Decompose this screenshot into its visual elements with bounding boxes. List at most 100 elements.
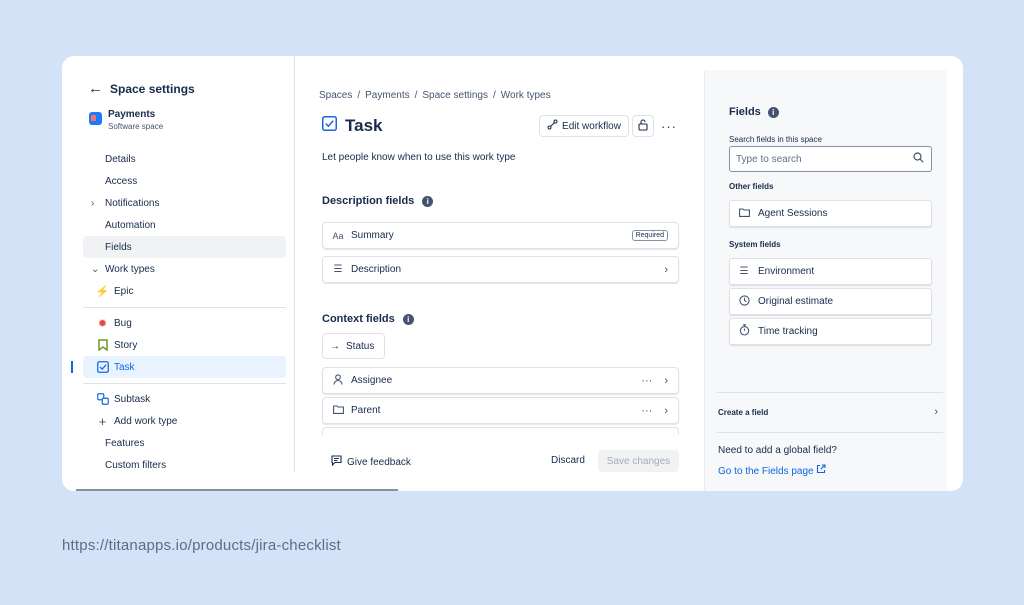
field-time-tracking[interactable]: Time tracking [729,318,932,345]
breadcrumb-separator: / [414,90,418,101]
sidebar-nav: Details Access › Notifications Automation… [71,148,286,476]
field-agent-sessions[interactable]: Agent Sessions [729,200,932,227]
folder-icon [738,207,750,220]
field-label: Time tracking [758,326,818,337]
system-fields-label: System fields [729,240,781,249]
sidebar-item-task[interactable]: Task [71,356,286,378]
epic-lightning-icon: ⚡ [95,285,110,298]
sidebar-item-custom-filters[interactable]: Custom filters [83,454,286,476]
search-icon[interactable] [913,152,924,166]
status-label: Status [346,340,375,352]
work-type-description[interactable]: Let people know when to use this work ty… [322,152,515,163]
save-changes-button[interactable]: Save changes [598,450,679,472]
sidebar-item-label: Story [114,339,138,351]
sidebar-item-story[interactable]: Story [83,334,286,356]
sidebar-item-label: Add work type [114,415,178,427]
sidebar-item-details[interactable]: Details [83,148,286,170]
edit-workflow-label: Edit workflow [562,120,621,132]
field-row-description[interactable]: ☰ Description › [322,256,679,283]
source-url: https://titanapps.io/products/jira-check… [62,537,341,554]
add-work-type-button[interactable]: + Add work type [83,410,286,432]
nav-divider [83,307,286,308]
search-field[interactable] [729,146,932,172]
search-input[interactable] [736,153,906,165]
field-row-summary[interactable]: Aa Summary Required [322,222,679,249]
sidebar-item-label: Fields [105,241,132,253]
other-fields-label: Other fields [729,182,774,191]
panel-divider [717,432,943,433]
page-title: Task [345,116,383,135]
story-bookmark-icon [96,339,109,352]
sidebar-item-label: Access [105,175,138,187]
project-name: Payments [108,109,156,120]
sidebar-item-fields[interactable]: Fields [83,236,286,258]
status-field-chip[interactable]: → Status [322,333,385,359]
unlock-button[interactable] [632,115,654,137]
discard-button[interactable]: Discard [551,455,585,466]
info-icon[interactable]: i [422,195,434,207]
panel-title-text: Fields [729,106,761,118]
breadcrumb-work-types[interactable]: Work types [501,90,551,101]
back-arrow-icon[interactable]: ← [88,80,103,97]
edit-workflow-button[interactable]: Edit workflow [539,115,629,137]
bug-icon: ✹ [97,317,108,330]
give-feedback-button[interactable]: Give feedback [331,455,411,469]
sidebar-item-epic[interactable]: ⚡ Epic [83,280,286,302]
sidebar-item-bug[interactable]: ✹ Bug [83,312,286,334]
breadcrumb-payments[interactable]: Payments [365,90,409,101]
chevron-right-icon: › [664,374,668,387]
paragraph-lines-icon: ☰ [739,266,749,277]
sidebar-item-label: Epic [114,285,134,297]
field-label: Assignee [351,375,393,386]
chevron-right-icon: › [91,197,95,209]
field-label: Description [351,264,402,275]
breadcrumb: Spaces / Payments / Space settings / Work type… [319,90,551,101]
fields-page-link[interactable]: Go to the Fields page [718,464,826,477]
field-label: Original estimate [758,296,834,307]
text-field-icon: Aa [332,230,344,241]
sidebar-item-access[interactable]: Access [83,170,286,192]
more-icon[interactable]: ··· [641,375,652,387]
stopwatch-icon [738,324,750,339]
nav-divider [83,383,286,384]
sidebar-item-label: Automation [105,219,156,231]
task-checkbox-icon [96,361,109,374]
page-header: Task [322,116,383,136]
breadcrumb-spaces[interactable]: Spaces [319,90,352,101]
paragraph-lines-icon: ☰ [333,264,343,275]
fields-panel: Fields i Search fields in this space Oth… [704,70,947,491]
external-link-icon [816,464,826,477]
unlock-icon [638,118,648,134]
global-field-question: Need to add a global field? [718,445,837,456]
app-window: ← Space settings Payments Software space… [62,56,963,491]
field-label: Agent Sessions [758,208,828,219]
breadcrumb-separator: / [493,90,496,101]
sidebar-item-label: Work types [105,263,155,275]
field-environment[interactable]: ☰ Environment [729,258,932,285]
more-icon[interactable]: ··· [641,405,652,417]
sidebar-item-features[interactable]: Features [83,432,286,454]
sidebar-item-label: Features [105,437,145,449]
field-label: Environment [758,266,815,277]
sidebar-item-notifications[interactable]: › Notifications [83,192,286,214]
field-row-parent[interactable]: Parent ··· › [322,397,679,424]
info-icon[interactable]: i [767,106,779,118]
chevron-right-icon: › [664,263,668,276]
sidebar-item-work-types[interactable]: ⌄ Work types [83,258,286,280]
field-label: Summary [351,230,394,241]
sidebar-item-subtask[interactable]: Subtask [83,388,286,410]
more-actions-button[interactable]: ··· [658,115,680,137]
info-icon[interactable]: i [402,313,414,325]
breadcrumb-space-settings[interactable]: Space settings [422,90,488,101]
sidebar-item-automation[interactable]: Automation [83,214,286,236]
create-field-button[interactable]: Create a field › [718,406,938,418]
section-title: Description fields [322,195,415,207]
give-feedback-label: Give feedback [347,456,411,468]
field-original-estimate[interactable]: Original estimate [729,288,932,315]
sidebar-item-label: Details [105,153,136,165]
task-type-icon [322,116,337,136]
fields-panel-title: Fields i [729,106,779,118]
field-row-assignee[interactable]: Assignee ··· › [322,367,679,394]
section-title: Context fields [322,313,395,325]
breadcrumb-separator: / [357,90,361,101]
